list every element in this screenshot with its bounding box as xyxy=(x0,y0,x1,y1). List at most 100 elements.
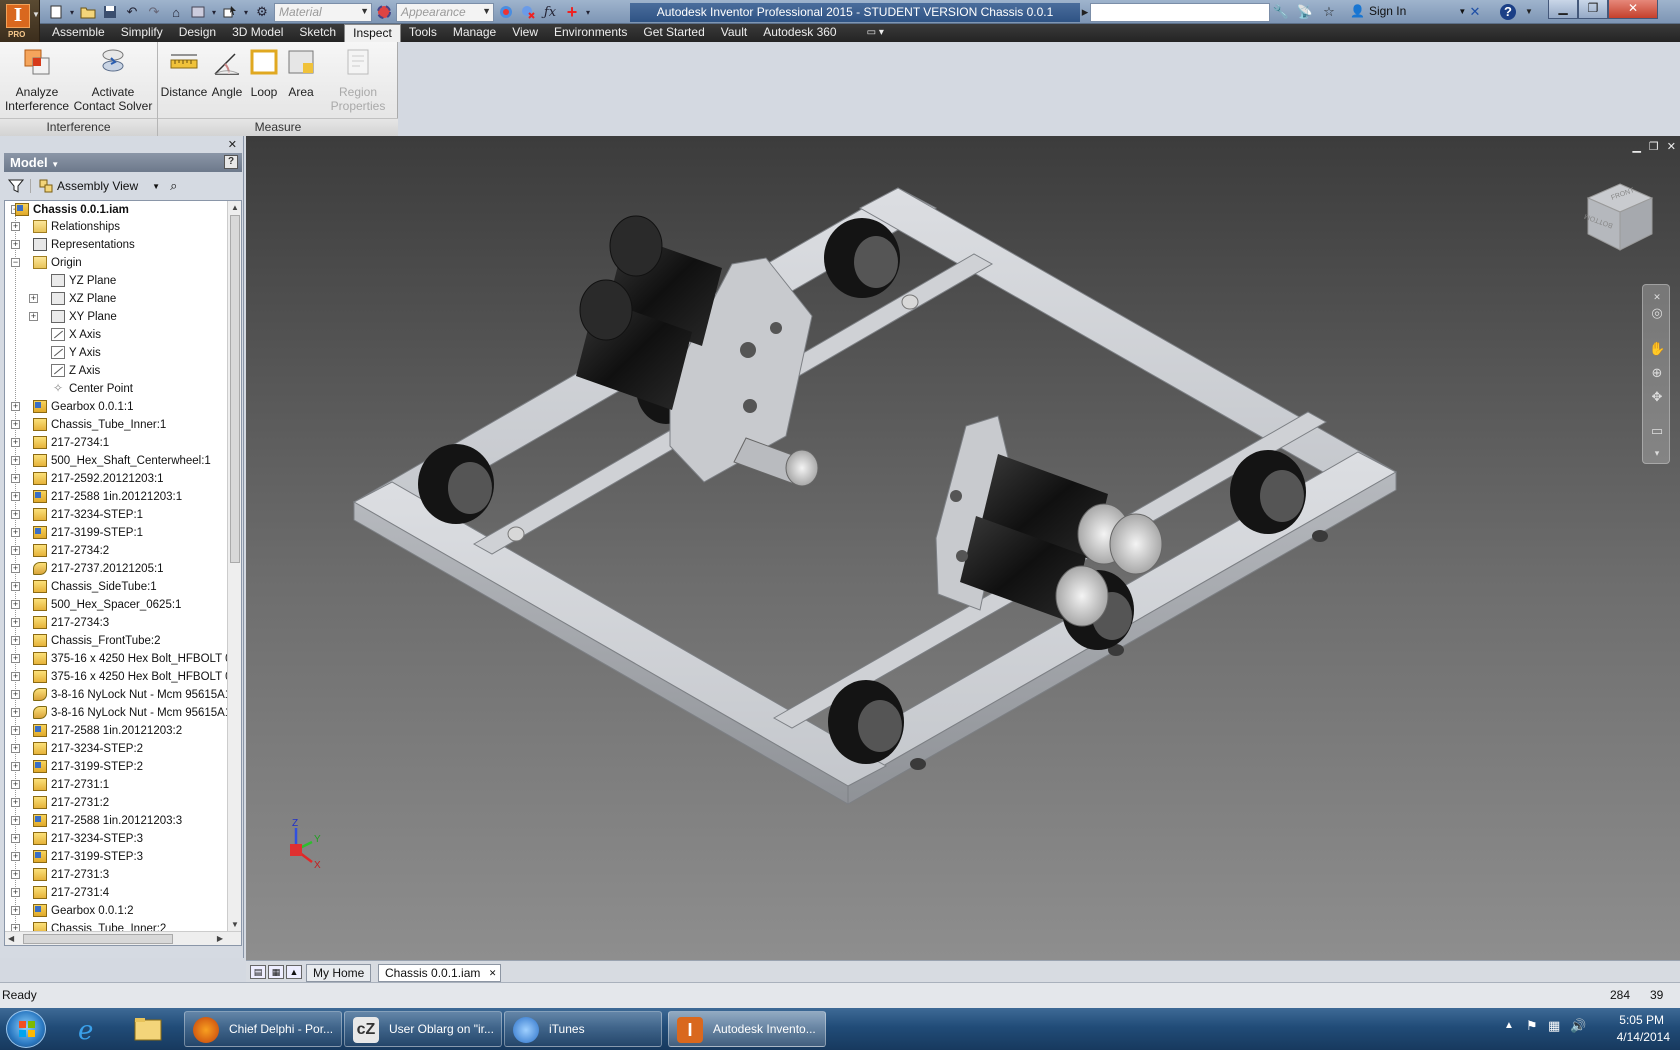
material-dropdown[interactable]: Material ▼ xyxy=(274,2,372,22)
measure-loop-button[interactable]: Loop xyxy=(246,46,282,99)
chevron-down-icon[interactable]: ▾ xyxy=(68,2,76,22)
look-at-icon[interactable]: ▭ xyxy=(1649,423,1665,439)
expand-icon[interactable]: + xyxy=(11,546,20,555)
tab-my-home[interactable]: My Home xyxy=(306,964,372,982)
expand-icon[interactable]: + xyxy=(11,222,20,231)
expand-icon[interactable]: + xyxy=(11,690,20,699)
collapse-icon[interactable]: − xyxy=(11,258,20,267)
appearance-dropdown[interactable]: Appearance ▼ xyxy=(396,2,494,22)
select-icon[interactable] xyxy=(220,2,240,22)
tree-item[interactable]: +375-16 x 4250 Hex Bolt_HFBOLT 0.37 xyxy=(5,650,227,668)
tab-get-started[interactable]: Get Started xyxy=(635,24,712,42)
graphics-viewport[interactable]: Z Y X ▁ ❐ ✕ FRONT BOTTOM ✕ ◎ ✋ ⊕ ✥ ▭ ▾ xyxy=(246,136,1680,960)
tree-item[interactable]: + XZ Plane xyxy=(5,290,227,308)
zoom-icon[interactable]: ⊕ xyxy=(1649,365,1665,381)
tree-item[interactable]: +217-2592.20121203:1 xyxy=(5,470,227,488)
tree-item[interactable]: + Representations xyxy=(5,236,227,254)
tree-root[interactable]: − Chassis 0.0.1.iam xyxy=(5,201,227,219)
expand-icon[interactable]: + xyxy=(11,438,20,447)
wheel-back[interactable] xyxy=(824,218,900,298)
tab-inspect[interactable]: Inspect xyxy=(344,24,401,42)
assembly-view-dropdown[interactable]: Assembly View ▼ xyxy=(30,179,160,193)
tree-item[interactable]: +217-2731:2 xyxy=(5,794,227,812)
tree-item[interactable]: +217-2734:3 xyxy=(5,614,227,632)
tab-design[interactable]: Design xyxy=(171,24,224,42)
tree-item[interactable]: X Axis xyxy=(5,326,227,344)
chevron-down-icon[interactable]: ▾ xyxy=(210,2,218,22)
tree-item[interactable]: + Chassis_Tube_Inner:2 xyxy=(5,920,227,931)
bolt[interactable] xyxy=(901,294,919,310)
update-icon[interactable]: ⚙ xyxy=(252,2,272,22)
expand-icon[interactable]: + xyxy=(11,888,20,897)
expand-icon[interactable]: + xyxy=(29,294,38,303)
pan-hand-icon[interactable]: ✋ xyxy=(1649,341,1665,357)
satellite-icon[interactable]: 📡 xyxy=(1296,3,1314,21)
expand-icon[interactable]: + xyxy=(11,654,20,663)
expand-icon[interactable]: + xyxy=(11,528,20,537)
close-icon[interactable]: ✕ xyxy=(1649,289,1665,305)
tab-vault[interactable]: Vault xyxy=(713,24,755,42)
tree-item[interactable]: +500_Hex_Shaft_Centerwheel:1 xyxy=(5,452,227,470)
help-icon[interactable]: ? xyxy=(1500,4,1516,20)
tree-item[interactable]: Y Axis xyxy=(5,344,227,362)
tab-3d-model[interactable]: 3D Model xyxy=(224,24,291,42)
tree-item[interactable]: + Chassis_Tube_Inner:1 xyxy=(5,416,227,434)
expand-icon[interactable]: + xyxy=(11,636,20,645)
measure-distance-button[interactable]: Distance xyxy=(160,46,208,99)
save-icon[interactable] xyxy=(100,2,120,22)
expand-icon[interactable]: + xyxy=(11,780,20,789)
bolt[interactable] xyxy=(507,526,525,542)
expand-icon[interactable]: + xyxy=(11,672,20,681)
tab-simplify[interactable]: Simplify xyxy=(113,24,171,42)
viewcube[interactable]: FRONT BOTTOM xyxy=(1582,180,1658,256)
tab-manage[interactable]: Manage xyxy=(445,24,504,42)
expand-icon[interactable]: + xyxy=(11,240,20,249)
tree-item[interactable]: +217-2731:1 xyxy=(5,776,227,794)
volume-icon[interactable]: 🔊 xyxy=(1570,1018,1586,1034)
new-file-icon[interactable] xyxy=(46,2,66,22)
expand-icon[interactable]: + xyxy=(11,708,20,717)
tree-item[interactable]: + Relationships xyxy=(5,218,227,236)
application-menu-button[interactable]: I PRO ▼ xyxy=(0,0,40,42)
tree-item[interactable]: +217-2588 1in.20121203:2 xyxy=(5,722,227,740)
chassis-3d-model[interactable] xyxy=(246,136,1680,960)
expand-icon[interactable]: + xyxy=(11,492,20,501)
redo-icon[interactable]: ↷ xyxy=(144,2,164,22)
tree-item[interactable]: +3-8-16 NyLock Nut - Mcm 95615A140 xyxy=(5,686,227,704)
sign-in-button[interactable]: 👤 Sign In ▼ xyxy=(1350,4,1466,18)
expand-icon[interactable]: + xyxy=(11,744,20,753)
wrench-search-icon[interactable]: 🔧 xyxy=(1272,3,1290,21)
start-button[interactable] xyxy=(6,1010,46,1048)
activate-contact-solver-button[interactable]: Activate Contact Solver xyxy=(72,46,154,113)
scroll-up-icon[interactable]: ▲ xyxy=(231,203,239,212)
return-icon[interactable] xyxy=(188,2,208,22)
scroll-thumb[interactable] xyxy=(23,934,173,944)
expand-icon[interactable]: + xyxy=(29,312,38,321)
tree-item[interactable]: Z Axis xyxy=(5,362,227,380)
network-icon[interactable]: ▦ xyxy=(1548,1018,1560,1034)
expand-icon[interactable]: + xyxy=(11,906,20,915)
measure-angle-button[interactable]: Angle xyxy=(208,46,246,99)
clear-appearance-icon[interactable] xyxy=(518,2,538,22)
browser-header[interactable]: Model ▼ ? xyxy=(4,153,242,172)
tab-chassis-document[interactable]: Chassis 0.0.1.iam ✕ xyxy=(378,964,502,982)
tree-item[interactable]: − Origin xyxy=(5,254,227,272)
steering-wheel-icon[interactable]: ◎ xyxy=(1649,305,1665,321)
help-search-input[interactable] xyxy=(1091,4,1269,21)
tree-item[interactable]: +3-8-16 NyLock Nut - Mcm 95615A140 xyxy=(5,704,227,722)
region-properties-button[interactable]: Region Properties xyxy=(318,46,398,113)
expand-icon[interactable]: + xyxy=(11,852,20,861)
internet-explorer-icon[interactable]: e xyxy=(62,1011,114,1047)
tab-environments[interactable]: Environments xyxy=(546,24,635,42)
tree-item[interactable]: +375-16 x 4250 Hex Bolt_HFBOLT 0.37 xyxy=(5,668,227,686)
close-icon[interactable]: ✕ xyxy=(228,138,237,151)
expand-icon[interactable]: + xyxy=(11,420,20,429)
expand-icon[interactable]: + xyxy=(11,834,20,843)
binoculars-find-icon[interactable]: ⌕ xyxy=(170,178,177,194)
measure-area-button[interactable]: Area xyxy=(284,46,318,99)
horizontal-scrollbar[interactable]: ◀ ▶ xyxy=(5,931,241,945)
tree-item[interactable]: +217-3199-STEP:1 xyxy=(5,524,227,542)
taskbar-itunes[interactable]: iTunes xyxy=(504,1011,662,1047)
close-icon[interactable]: ✕ xyxy=(1667,140,1676,153)
expand-icon[interactable]: + xyxy=(11,870,20,879)
